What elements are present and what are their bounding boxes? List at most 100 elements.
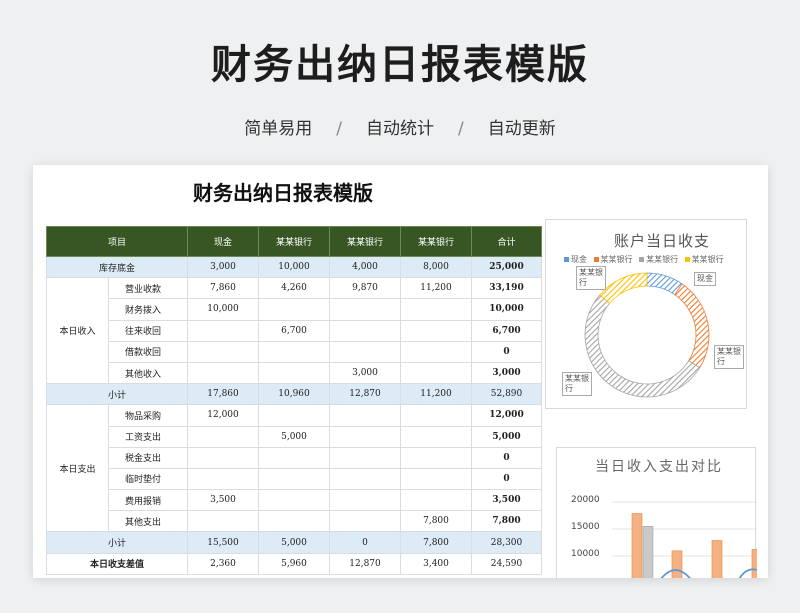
row-label[interactable]: 库存底金 bbox=[46, 255, 188, 279]
slice-callout: 现金 bbox=[694, 272, 716, 286]
cell[interactable]: 10,000 bbox=[258, 255, 330, 279]
cell[interactable] bbox=[400, 404, 472, 427]
table-row: 其他支出 7,800 7,800 bbox=[47, 510, 542, 533]
cell[interactable] bbox=[400, 361, 472, 385]
total-cell[interactable]: 3,000 bbox=[471, 361, 542, 385]
cell[interactable]: 6,700 bbox=[258, 319, 330, 342]
cell[interactable] bbox=[187, 446, 259, 469]
cell[interactable]: 0 bbox=[329, 531, 401, 554]
row-label[interactable]: 物品采购 bbox=[108, 404, 188, 427]
cell[interactable] bbox=[400, 298, 472, 321]
cell[interactable] bbox=[400, 340, 472, 363]
row-label[interactable]: 费用报销 bbox=[108, 489, 188, 512]
cell[interactable]: 11,200 bbox=[400, 277, 472, 300]
total-cell[interactable]: 0 bbox=[471, 467, 542, 491]
cell[interactable] bbox=[400, 489, 472, 512]
cell[interactable] bbox=[187, 467, 259, 491]
cell[interactable]: 11,200 bbox=[400, 383, 472, 406]
cell[interactable]: 5,000 bbox=[258, 425, 330, 448]
cell[interactable] bbox=[187, 361, 259, 385]
cell[interactable]: 15,500 bbox=[187, 531, 259, 554]
total-cell[interactable]: 6,700 bbox=[471, 319, 542, 342]
row-label[interactable]: 其他支出 bbox=[108, 510, 188, 533]
cell[interactable]: 12,870 bbox=[329, 383, 401, 406]
row-label[interactable]: 税金支出 bbox=[108, 446, 188, 469]
group-label[interactable]: 本日收入 bbox=[46, 277, 109, 385]
cell[interactable] bbox=[329, 319, 401, 342]
cell[interactable]: 10,960 bbox=[258, 383, 330, 406]
row-label[interactable]: 往来收回 bbox=[108, 319, 188, 342]
cell[interactable] bbox=[187, 319, 259, 342]
total-cell[interactable]: 0 bbox=[471, 446, 542, 469]
total-cell[interactable]: 3,500 bbox=[471, 489, 542, 512]
row-label[interactable]: 营业收款 bbox=[108, 277, 188, 300]
cell[interactable]: 7,860 bbox=[187, 277, 259, 300]
cell[interactable] bbox=[258, 510, 330, 533]
cell[interactable] bbox=[329, 298, 401, 321]
cell[interactable] bbox=[400, 425, 472, 448]
cell[interactable]: 28,300 bbox=[471, 531, 542, 554]
row-label[interactable]: 借款收回 bbox=[108, 340, 188, 363]
cell[interactable]: 12,000 bbox=[187, 404, 259, 427]
cell[interactable] bbox=[400, 319, 472, 342]
cell[interactable] bbox=[258, 340, 330, 363]
cell[interactable] bbox=[400, 467, 472, 491]
cell[interactable] bbox=[187, 510, 259, 533]
cell[interactable] bbox=[258, 361, 330, 385]
total-cell[interactable]: 25,000 bbox=[471, 255, 542, 279]
cell[interactable] bbox=[329, 467, 401, 491]
total-cell[interactable]: 0 bbox=[471, 340, 542, 363]
cell[interactable] bbox=[329, 340, 401, 363]
row-label[interactable]: 临时垫付 bbox=[108, 467, 188, 491]
cell[interactable]: 2,360 bbox=[187, 552, 259, 575]
row-label[interactable]: 工资支出 bbox=[108, 425, 188, 448]
cell[interactable] bbox=[329, 489, 401, 512]
cell[interactable] bbox=[329, 446, 401, 469]
cell[interactable]: 8,000 bbox=[400, 255, 472, 279]
cell[interactable] bbox=[258, 298, 330, 321]
table-row: 其他收入 3,000 3,000 bbox=[47, 361, 542, 385]
cell[interactable] bbox=[258, 404, 330, 427]
cell[interactable] bbox=[329, 425, 401, 448]
table-row: 税金支出 0 bbox=[47, 446, 542, 469]
cell[interactable]: 5,960 bbox=[258, 552, 330, 575]
difference-row: 本日收支差值 2,360 5,960 12,870 3,400 24,590 bbox=[46, 552, 542, 575]
cell[interactable] bbox=[187, 340, 259, 363]
feature-tag: 自动统计 bbox=[366, 119, 434, 139]
bar-chart[interactable]: 当日收入支出对比 20000 15000 10000 bbox=[556, 447, 757, 578]
cell[interactable]: 3,000 bbox=[187, 255, 259, 279]
total-cell[interactable]: 10,000 bbox=[471, 298, 542, 321]
cell[interactable]: 9,870 bbox=[329, 277, 401, 300]
cell[interactable]: 10,000 bbox=[187, 298, 259, 321]
cell[interactable]: 3,400 bbox=[400, 552, 472, 575]
group-label[interactable]: 本日支出 bbox=[46, 404, 109, 533]
cell[interactable] bbox=[258, 467, 330, 491]
cell[interactable]: 7,800 bbox=[400, 510, 472, 533]
cell[interactable]: 3,500 bbox=[187, 489, 259, 512]
cell[interactable] bbox=[329, 404, 401, 427]
cell[interactable] bbox=[329, 510, 401, 533]
total-cell[interactable]: 5,000 bbox=[471, 425, 542, 448]
cell[interactable]: 12,870 bbox=[329, 552, 401, 575]
cell[interactable]: 24,590 bbox=[471, 552, 542, 575]
donut-chart[interactable]: 账户当日收支 现金 某某银行 某某银行 某某银行 现金 某某银行 某某银行 某某… bbox=[545, 219, 747, 409]
total-cell[interactable]: 33,190 bbox=[471, 277, 542, 300]
cell[interactable]: 5,000 bbox=[258, 531, 330, 554]
row-label[interactable]: 本日收支差值 bbox=[46, 552, 188, 575]
row-label[interactable]: 财务拨入 bbox=[108, 298, 188, 321]
row-label[interactable]: 小计 bbox=[46, 383, 188, 406]
row-label[interactable]: 小计 bbox=[46, 531, 188, 554]
cell[interactable] bbox=[187, 425, 259, 448]
cell[interactable] bbox=[258, 446, 330, 469]
cell[interactable]: 4,260 bbox=[258, 277, 330, 300]
cell[interactable]: 4,000 bbox=[329, 255, 401, 279]
total-cell[interactable]: 7,800 bbox=[471, 510, 542, 533]
cell[interactable]: 17,860 bbox=[187, 383, 259, 406]
cell[interactable]: 52,890 bbox=[471, 383, 542, 406]
cell[interactable] bbox=[258, 489, 330, 512]
cell[interactable] bbox=[400, 446, 472, 469]
cell[interactable]: 3,000 bbox=[329, 361, 401, 385]
cell[interactable]: 7,800 bbox=[400, 531, 472, 554]
total-cell[interactable]: 12,000 bbox=[471, 404, 542, 427]
row-label[interactable]: 其他收入 bbox=[108, 361, 188, 385]
